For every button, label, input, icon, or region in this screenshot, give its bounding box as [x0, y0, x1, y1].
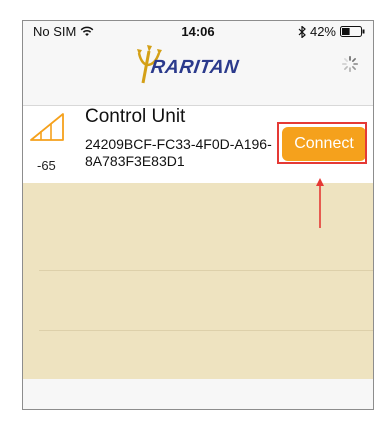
spinner-icon — [341, 55, 359, 73]
raritan-logo: RARITAN — [129, 45, 269, 85]
rssi-value: -65 — [37, 158, 56, 173]
bluetooth-icon — [298, 25, 306, 38]
battery-percent: 42% — [309, 24, 336, 39]
annotation-arrow — [316, 178, 324, 228]
connect-button[interactable]: Connect — [282, 127, 366, 161]
phone-screen: No SIM 14:06 42% RARITAN -65 Control Uni… — [22, 20, 374, 410]
device-list-item[interactable]: -65 Control Unit 24209BCF-FC33-4F0D-A196… — [23, 106, 373, 183]
status-right: 42% — [298, 24, 365, 39]
battery-icon — [340, 26, 365, 37]
signal-strength-icon — [30, 113, 64, 141]
list-divider — [39, 330, 373, 331]
device-name: Control Unit — [85, 106, 186, 127]
status-bar: No SIM 14:06 42% — [23, 21, 373, 41]
navigation-bar: RARITAN — [23, 41, 373, 106]
list-divider — [39, 270, 373, 271]
logo-text: RARITAN — [149, 57, 241, 78]
device-uuid: 24209BCF-FC33-4F0D-A196-8A783F3E83D1 — [85, 136, 272, 169]
